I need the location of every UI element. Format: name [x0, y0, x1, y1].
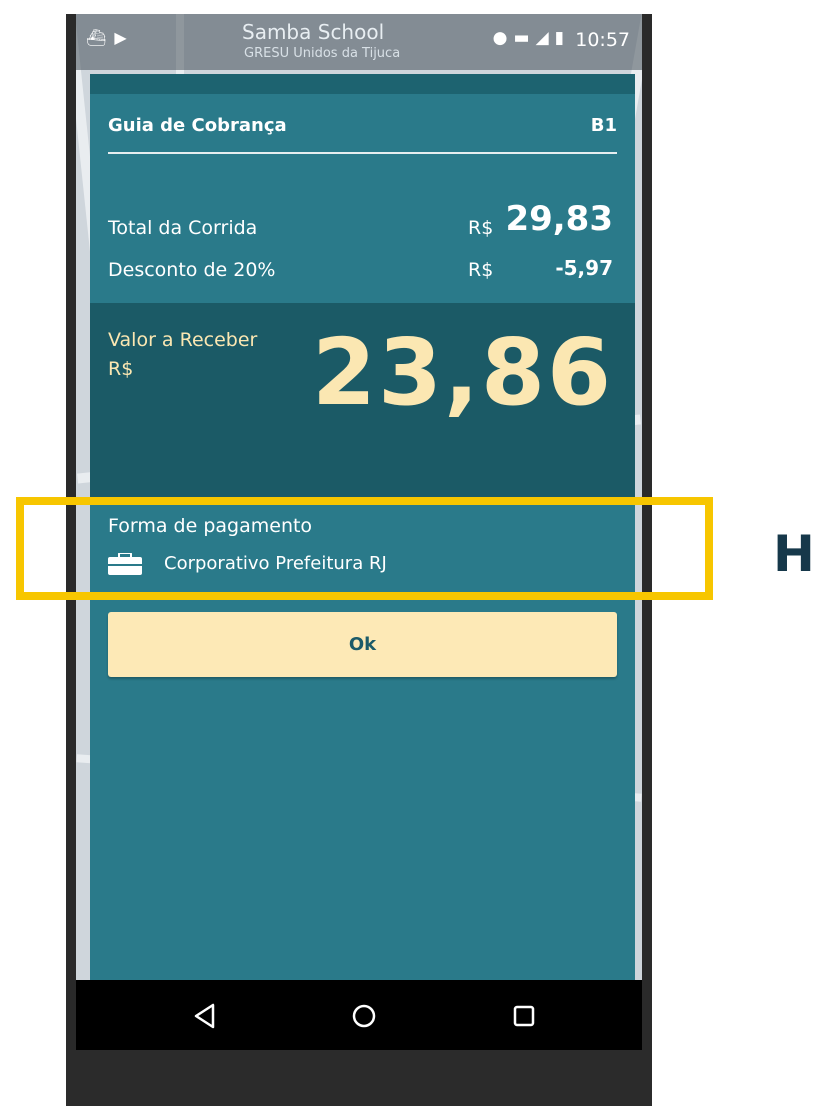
map-place-subtitle: GRESU Unidos da Tijuca [244, 46, 401, 61]
total-value: 29,83 [505, 199, 613, 239]
dialog-title: Guia de Cobrança [108, 115, 287, 136]
title-divider [108, 152, 617, 154]
recents-square-icon[interactable] [509, 1001, 539, 1031]
total-currency: R$ [468, 217, 494, 239]
receive-label: Valor a Receber [108, 329, 258, 351]
home-circle-icon[interactable] [349, 1001, 379, 1031]
amount-to-receive-panel: Valor a Receber R$ 23,86 [90, 303, 635, 500]
receive-currency: R$ [108, 358, 134, 380]
total-label: Total da Corrida [108, 217, 258, 239]
discount-currency: R$ [468, 259, 494, 281]
status-icons: ●▬◢▮ [492, 28, 570, 48]
receive-value: 23,86 [311, 319, 613, 426]
map-place-title: Samba School [242, 20, 385, 44]
dialog-top-strip [90, 74, 635, 94]
notification-icons: ⛴▶ [86, 28, 135, 47]
dialog-code: B1 [590, 115, 617, 136]
status-clock: 10:57 [575, 29, 630, 51]
status-bar: ⛴▶ Samba School GRESU Unidos da Tijuca ●… [76, 14, 642, 70]
back-triangle-icon[interactable] [191, 1001, 221, 1031]
discount-label: Desconto de 20% [108, 259, 276, 281]
android-nav-bar [76, 980, 642, 1050]
discount-value: -5,97 [555, 256, 613, 280]
annotation-letter: H [773, 525, 815, 583]
ok-button[interactable]: Ok [108, 612, 617, 677]
below-screen-area [66, 1050, 652, 1106]
highlight-box [16, 497, 713, 600]
